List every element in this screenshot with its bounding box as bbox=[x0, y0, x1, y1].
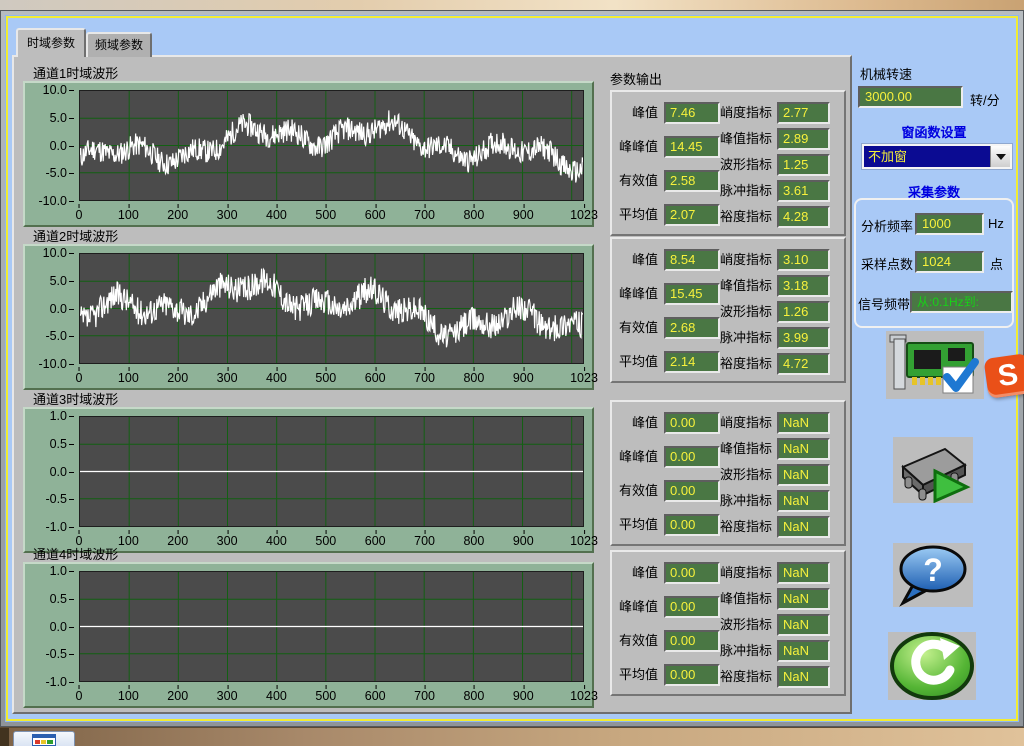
param-value-indicator: NaN bbox=[777, 412, 830, 434]
tab-frequency-domain[interactable]: 频域参数 bbox=[86, 32, 152, 57]
param-value-indicator: 2.77 bbox=[777, 102, 830, 124]
param-label: 平均值 bbox=[612, 664, 658, 686]
param-value-indicator: 1.26 bbox=[777, 301, 830, 323]
param-label: 平均值 bbox=[612, 351, 658, 373]
param-value-indicator: NaN bbox=[777, 640, 830, 662]
param-label: 波形指标 bbox=[704, 464, 772, 486]
params-column: 峰值7.46峰峰值14.45有效值2.58平均值2.07峭度指标2.77峰值指标… bbox=[14, 57, 850, 712]
param-label: 有效值 bbox=[612, 317, 658, 339]
screenshot-tool-badge[interactable]: S bbox=[983, 353, 1024, 399]
param-label: 脉冲指标 bbox=[704, 490, 772, 512]
param-label: 峰值指标 bbox=[704, 588, 772, 610]
window-fn-selected-value: 不加窗 bbox=[868, 146, 907, 167]
analysis-freq-input[interactable]: 1000 bbox=[915, 213, 984, 235]
param-value-indicator: 3.10 bbox=[777, 249, 830, 271]
taskbar-left-edge bbox=[0, 728, 9, 746]
param-group-ch4: 峰值0.00峰峰值0.00有效值0.00平均值0.00峭度指标NaN峰值指标Na… bbox=[610, 550, 846, 696]
param-label: 脉冲指标 bbox=[704, 640, 772, 662]
param-group-ch2: 峰值8.54峰峰值15.45有效值2.68平均值2.14峭度指标3.10峰值指标… bbox=[610, 237, 846, 383]
param-label: 峰值 bbox=[612, 102, 658, 124]
window-fn-dropdown[interactable]: 不加窗 bbox=[862, 144, 1012, 169]
param-group-ch1: 峰值7.46峰峰值14.45有效值2.58平均值2.07峭度指标2.77峰值指标… bbox=[610, 90, 846, 236]
daq-card-check-icon[interactable] bbox=[886, 331, 984, 399]
param-value-indicator: 3.61 bbox=[777, 180, 830, 202]
param-label: 波形指标 bbox=[704, 154, 772, 176]
param-label: 峰值指标 bbox=[704, 275, 772, 297]
speed-label: 机械转速 bbox=[860, 64, 912, 83]
param-label: 峭度指标 bbox=[704, 249, 772, 271]
taskbar: S ? bbox=[0, 727, 1024, 746]
signal-band-label: 信号频带 bbox=[858, 294, 910, 313]
param-label: 有效值 bbox=[612, 480, 658, 502]
sample-count-input[interactable]: 1024 bbox=[915, 251, 984, 273]
param-label: 峰值 bbox=[612, 249, 658, 271]
param-label: 波形指标 bbox=[704, 614, 772, 636]
param-value-indicator: 1.25 bbox=[777, 154, 830, 176]
param-value-indicator: NaN bbox=[777, 562, 830, 584]
help-bubble-icon[interactable]: ? bbox=[893, 543, 973, 607]
param-group-ch3: 峰值0.00峰峰值0.00有效值0.00平均值0.00峭度指标NaN峰值指标Na… bbox=[610, 400, 846, 546]
param-label: 裕度指标 bbox=[704, 666, 772, 688]
refresh-icon[interactable] bbox=[888, 632, 976, 700]
tab-time-domain[interactable]: 时域参数 bbox=[16, 28, 86, 57]
signal-band-input[interactable]: 从:0.1Hz到: bbox=[910, 291, 1013, 313]
param-label: 脉冲指标 bbox=[704, 327, 772, 349]
analysis-freq-unit: Hz bbox=[988, 216, 1004, 231]
param-label: 有效值 bbox=[612, 170, 658, 192]
sample-count-unit: 点 bbox=[990, 254, 1003, 273]
param-value-indicator: NaN bbox=[777, 490, 830, 512]
param-label: 脉冲指标 bbox=[704, 180, 772, 202]
param-label: 峰值指标 bbox=[704, 128, 772, 150]
param-value-indicator: NaN bbox=[777, 438, 830, 460]
param-label: 峰峰值 bbox=[612, 283, 658, 305]
param-value-indicator: 3.99 bbox=[777, 327, 830, 349]
param-label: 平均值 bbox=[612, 514, 658, 536]
param-label: 有效值 bbox=[612, 630, 658, 652]
tab-page: 通道1时域波形10.05.00.0-5.0-10.001002003004005… bbox=[12, 55, 852, 714]
chevron-down-icon[interactable] bbox=[990, 146, 1010, 167]
svg-text:?: ? bbox=[923, 552, 943, 588]
param-label: 峭度指标 bbox=[704, 412, 772, 434]
param-label: 峰值指标 bbox=[704, 438, 772, 460]
param-value-indicator: 4.72 bbox=[777, 353, 830, 375]
speed-input[interactable]: 3000.00 bbox=[858, 86, 963, 108]
chip-run-icon[interactable] bbox=[893, 437, 973, 503]
param-label: 峰峰值 bbox=[612, 446, 658, 468]
param-value-indicator: NaN bbox=[777, 588, 830, 610]
param-value-indicator: NaN bbox=[777, 666, 830, 688]
param-value-indicator: NaN bbox=[777, 614, 830, 636]
param-value-indicator: 3.18 bbox=[777, 275, 830, 297]
param-value-indicator: NaN bbox=[777, 464, 830, 486]
param-value-indicator: NaN bbox=[777, 516, 830, 538]
param-label: 裕度指标 bbox=[704, 353, 772, 375]
screen: 时域参数 频域参数 通道1时域波形10.05.00.0-5.0-10.00100… bbox=[0, 0, 1024, 746]
param-label: 峰值 bbox=[612, 412, 658, 434]
speed-unit-label: 转/分 bbox=[970, 90, 1000, 109]
param-value-indicator: 4.28 bbox=[777, 206, 830, 228]
param-label: 裕度指标 bbox=[704, 516, 772, 538]
window-fn-label: 窗函数设置 bbox=[858, 122, 1010, 141]
param-label: 峰峰值 bbox=[612, 596, 658, 618]
param-label: 峭度指标 bbox=[704, 562, 772, 584]
param-label: 平均值 bbox=[612, 204, 658, 226]
param-value-indicator: 2.89 bbox=[777, 128, 830, 150]
taskbar-app-button[interactable] bbox=[13, 731, 75, 746]
app-window-icon bbox=[32, 734, 56, 746]
param-label: 峰值 bbox=[612, 562, 658, 584]
param-label: 峭度指标 bbox=[704, 102, 772, 124]
sample-count-label: 采样点数 bbox=[861, 254, 913, 273]
param-label: 波形指标 bbox=[704, 301, 772, 323]
param-label: 峰峰值 bbox=[612, 136, 658, 158]
desktop-strip bbox=[0, 0, 1024, 10]
analysis-freq-label: 分析频率 bbox=[861, 216, 913, 235]
acq-params-groupbox: 分析频率 1000 Hz 采样点数 1024 点 信号频带 从:0.1Hz到: bbox=[854, 198, 1014, 328]
param-label: 裕度指标 bbox=[704, 206, 772, 228]
